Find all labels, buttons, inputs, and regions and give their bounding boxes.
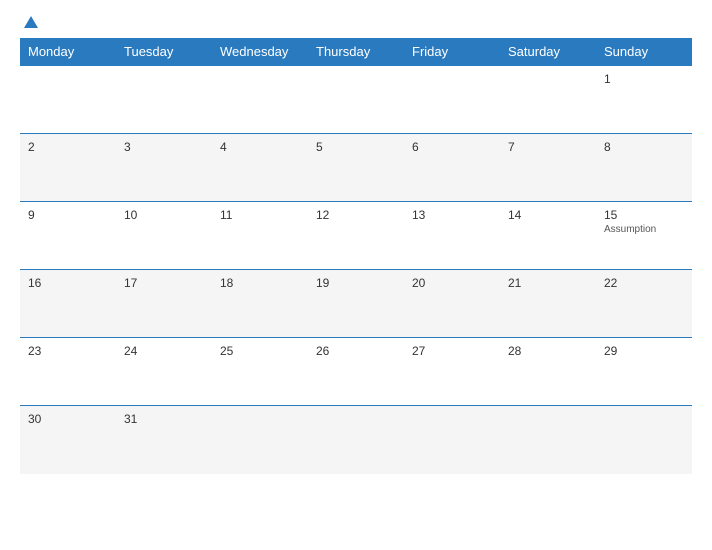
day-number: 20: [412, 276, 492, 290]
day-number: 11: [220, 208, 300, 222]
day-number: 2: [28, 140, 108, 154]
day-number: 6: [412, 140, 492, 154]
calendar-cell: 30: [20, 406, 116, 474]
calendar-cell: [116, 66, 212, 134]
weekday-row: MondayTuesdayWednesdayThursdayFridaySatu…: [20, 38, 692, 66]
calendar-cell: 24: [116, 338, 212, 406]
day-number: 27: [412, 344, 492, 358]
calendar-cell: 29: [596, 338, 692, 406]
calendar-cell: 20: [404, 270, 500, 338]
logo: [20, 16, 38, 28]
calendar-cell: [500, 66, 596, 134]
calendar-cell: 31: [116, 406, 212, 474]
calendar-week-row: 16 17 18 19 20 21 22: [20, 270, 692, 338]
day-number: 22: [604, 276, 684, 290]
day-number: 1: [604, 72, 684, 86]
calendar-cell: 9: [20, 202, 116, 270]
calendar-cell: 14: [500, 202, 596, 270]
day-number: 28: [508, 344, 588, 358]
calendar-cell: 3: [116, 134, 212, 202]
day-number: 3: [124, 140, 204, 154]
weekday-header-monday: Monday: [20, 38, 116, 66]
logo-blue-text: [20, 16, 38, 28]
day-number: 17: [124, 276, 204, 290]
calendar-cell: [20, 66, 116, 134]
calendar-cell: 27: [404, 338, 500, 406]
calendar-cell: 21: [500, 270, 596, 338]
calendar-cell: [404, 406, 500, 474]
weekday-header-tuesday: Tuesday: [116, 38, 212, 66]
calendar-cell: 18: [212, 270, 308, 338]
calendar-weekday-header: MondayTuesdayWednesdayThursdayFridaySatu…: [20, 38, 692, 66]
calendar-cell: 8: [596, 134, 692, 202]
calendar-week-row: 1: [20, 66, 692, 134]
logo-triangle-icon: [24, 16, 38, 28]
calendar-cell: 26: [308, 338, 404, 406]
day-number: 31: [124, 412, 204, 426]
day-number: 16: [28, 276, 108, 290]
day-number: 4: [220, 140, 300, 154]
day-event: Assumption: [604, 224, 684, 235]
calendar-cell: 6: [404, 134, 500, 202]
calendar-cell: 12: [308, 202, 404, 270]
day-number: 23: [28, 344, 108, 358]
calendar-cell: 28: [500, 338, 596, 406]
day-number: 5: [316, 140, 396, 154]
day-number: 12: [316, 208, 396, 222]
day-number: 18: [220, 276, 300, 290]
calendar-cell: [308, 66, 404, 134]
weekday-header-saturday: Saturday: [500, 38, 596, 66]
calendar-cell: 15 Assumption: [596, 202, 692, 270]
day-number: 10: [124, 208, 204, 222]
calendar-cell: 5: [308, 134, 404, 202]
calendar-week-row: 2 3 4 5 6 7 8: [20, 134, 692, 202]
day-number: 26: [316, 344, 396, 358]
day-number: 7: [508, 140, 588, 154]
calendar-cell: 22: [596, 270, 692, 338]
calendar-container: MondayTuesdayWednesdayThursdayFridaySatu…: [0, 0, 712, 550]
calendar-body: 123456789101112131415Assumption161718192…: [20, 66, 692, 474]
calendar-cell: 7: [500, 134, 596, 202]
day-number: 9: [28, 208, 108, 222]
calendar-cell: 4: [212, 134, 308, 202]
calendar-week-row: 30 31: [20, 406, 692, 474]
weekday-header-sunday: Sunday: [596, 38, 692, 66]
calendar-cell: 23: [20, 338, 116, 406]
day-number: 13: [412, 208, 492, 222]
calendar-week-row: 23 24 25 26 27 28 29: [20, 338, 692, 406]
weekday-header-thursday: Thursday: [308, 38, 404, 66]
calendar-cell: 25: [212, 338, 308, 406]
calendar-cell: 11: [212, 202, 308, 270]
calendar-cell: [308, 406, 404, 474]
day-number: 14: [508, 208, 588, 222]
day-number: 8: [604, 140, 684, 154]
calendar-cell: [212, 406, 308, 474]
calendar-header: [20, 16, 692, 28]
weekday-header-friday: Friday: [404, 38, 500, 66]
calendar-cell: 2: [20, 134, 116, 202]
day-number: 25: [220, 344, 300, 358]
calendar-cell: [212, 66, 308, 134]
calendar-cell: 19: [308, 270, 404, 338]
calendar-cell: 17: [116, 270, 212, 338]
calendar-cell: 10: [116, 202, 212, 270]
day-number: 19: [316, 276, 396, 290]
calendar-cell: 1: [596, 66, 692, 134]
day-number: 30: [28, 412, 108, 426]
calendar-cell: [404, 66, 500, 134]
weekday-header-wednesday: Wednesday: [212, 38, 308, 66]
day-number: 21: [508, 276, 588, 290]
calendar-cell: 13: [404, 202, 500, 270]
calendar-cell: [500, 406, 596, 474]
day-number: 24: [124, 344, 204, 358]
calendar-cell: [596, 406, 692, 474]
calendar-cell: 16: [20, 270, 116, 338]
calendar-grid: MondayTuesdayWednesdayThursdayFridaySatu…: [20, 38, 692, 474]
calendar-week-row: 9 10 11 12 13 14 15 Assumption: [20, 202, 692, 270]
day-number: 29: [604, 344, 684, 358]
day-number: 15: [604, 208, 684, 222]
